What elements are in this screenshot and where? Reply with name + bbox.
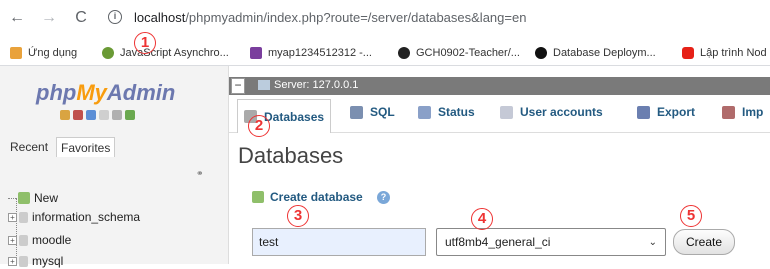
annotation-marker: 4 [471, 208, 493, 230]
breadcrumb-server[interactable]: Server: 127.0.0.1 [258, 79, 358, 91]
tree-item-database[interactable]: + moodle [8, 232, 71, 248]
database-icon [19, 255, 28, 267]
bookmark-favicon [102, 47, 114, 59]
new-db-icon [18, 192, 30, 204]
forward-icon[interactable]: → [40, 8, 58, 28]
tab-export[interactable]: Export [637, 99, 695, 125]
site-info-icon[interactable]: i [108, 10, 122, 24]
collapse-panel-button[interactable]: − [231, 78, 245, 94]
bookmark-favicon [535, 47, 547, 59]
home-icon[interactable] [60, 110, 70, 120]
help-icon[interactable]: ? [377, 191, 390, 204]
expand-icon[interactable]: + [8, 212, 17, 222]
annotation-marker: 2 [248, 115, 270, 137]
database-icon [19, 234, 28, 246]
tab-status[interactable]: Status [418, 99, 475, 125]
annotation-marker: 3 [287, 205, 309, 227]
phpmyadmin-logo[interactable]: phpMyAdmin [36, 80, 175, 106]
tree-item-new[interactable]: New [8, 190, 58, 206]
url-field[interactable]: localhost/phpmyadmin/index.php?route=/se… [134, 10, 526, 25]
sql-icon [350, 105, 363, 119]
url-host: localhost [134, 10, 186, 25]
url-path: /phpmyadmin/index.php?route=/server/data… [185, 10, 527, 25]
tab-recent[interactable]: Recent [6, 137, 52, 157]
export-icon [637, 105, 650, 119]
reload-nav-icon[interactable] [125, 110, 135, 120]
user-accounts-icon [500, 105, 513, 119]
create-database-icon [252, 191, 264, 203]
docs-icon[interactable] [86, 110, 96, 120]
import-icon [722, 105, 735, 119]
server-icon [258, 80, 270, 90]
create-database-label: Create database [252, 190, 363, 204]
bookmark-javascript[interactable]: JavaScript Asynchro... [102, 44, 229, 62]
expand-icon[interactable]: + [8, 256, 17, 266]
youtube-icon [682, 47, 694, 59]
annotation-marker: 1 [134, 32, 156, 54]
collation-select[interactable]: utf8mb4_general_ci ⌄ [436, 228, 666, 256]
status-icon [418, 105, 431, 119]
navigation-quick-icons [60, 110, 135, 120]
tree-item-database[interactable]: + mysql [8, 253, 63, 269]
apps-grid-icon [10, 47, 22, 59]
tab-sql[interactable]: SQL [350, 99, 395, 125]
back-icon[interactable]: ← [8, 8, 26, 28]
tree-item-database[interactable]: + information_schema [8, 209, 140, 225]
docs-page-icon[interactable] [99, 110, 109, 120]
chevron-down-icon: ⌄ [648, 236, 657, 248]
bookmark-youtube[interactable]: Lập trình Nod [682, 44, 767, 62]
page-title: Databases [238, 143, 344, 168]
reload-icon[interactable]: C [72, 8, 90, 28]
bookmark-database-deploy[interactable]: Database Deploym... [535, 44, 656, 62]
bookmark-github[interactable]: GCH0902-Teacher/... [398, 44, 520, 62]
create-button[interactable]: Create [673, 229, 735, 255]
bookmark-myap[interactable]: myap1234512312 -... [250, 44, 372, 62]
link-navigation-icon[interactable]: ⚭ [196, 168, 206, 178]
bookmark-apps[interactable]: Ứng dụng [10, 44, 77, 62]
tab-import[interactable]: Imp [722, 99, 763, 125]
settings-icon[interactable] [112, 110, 122, 120]
github-icon [398, 47, 410, 59]
expand-icon[interactable]: + [8, 235, 17, 245]
database-icon [19, 211, 28, 223]
annotation-marker: 5 [680, 205, 702, 227]
tab-user-accounts[interactable]: User accounts [500, 99, 603, 125]
bookmark-favicon [250, 47, 262, 59]
tab-favorites[interactable]: Favorites [56, 137, 116, 157]
logout-icon[interactable] [73, 110, 83, 120]
database-name-input[interactable] [252, 228, 426, 256]
